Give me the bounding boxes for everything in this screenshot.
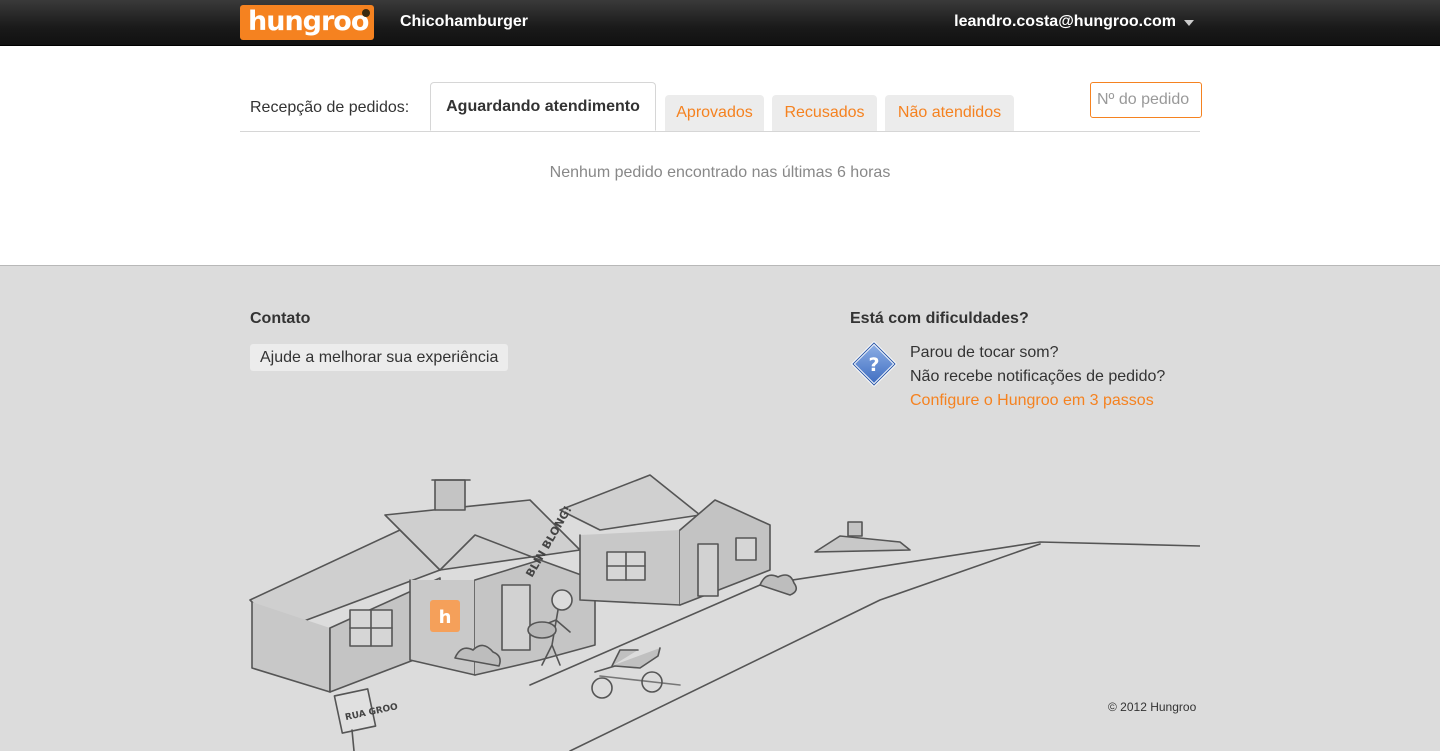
badge-letter: h xyxy=(439,607,452,628)
configure-link[interactable]: Configure o Hungroo em 3 passos xyxy=(910,392,1154,410)
user-email: leandro.costa@hungroo.com xyxy=(954,13,1176,30)
top-navbar: hungroo Chicohamburger leandro.costa@hun… xyxy=(0,0,1440,46)
help-line-sound: Parou de tocar som? xyxy=(910,344,1059,361)
order-number-input[interactable] xyxy=(1090,82,1202,118)
copyright: © 2012 Hungroo xyxy=(1108,700,1197,714)
orders-panel: Recepção de pedidos: Aguardando atendime… xyxy=(0,46,1440,266)
caret-down-icon xyxy=(1184,20,1194,26)
orders-section-label: Recepção de pedidos: xyxy=(250,99,410,116)
hungroo-logo[interactable]: hungroo xyxy=(240,5,374,40)
user-menu[interactable]: leandro.costa@hungroo.com xyxy=(954,13,1194,31)
help-title: Está com dificuldades? xyxy=(850,310,1029,327)
tab-nao-atendidos[interactable]: Não atendidos xyxy=(885,95,1014,131)
logo-splash xyxy=(362,9,370,17)
logo-text: hungroo xyxy=(248,6,369,37)
store-name: Chicohamburger xyxy=(400,13,529,30)
orders-tabs: Recepção de pedidos: Aguardando atendime… xyxy=(240,82,1200,132)
contact-title: Contato xyxy=(250,310,311,327)
svg-text:?: ? xyxy=(868,354,879,376)
help-line-notifications: Não recebe notificações de pedido? xyxy=(910,368,1166,385)
tab-aguardando-atendimento[interactable]: Aguardando atendimento xyxy=(430,82,656,131)
street-illustration: h BLIN BLONG! RUA GROO xyxy=(249,474,1200,751)
empty-orders-message: Nenhum pedido encontrado nas últimas 6 h… xyxy=(549,164,891,181)
question-icon: ? xyxy=(851,341,897,387)
feedback-button[interactable]: Ajude a melhorar sua experiência xyxy=(250,344,509,371)
tab-aprovados[interactable]: Aprovados xyxy=(665,95,764,131)
tab-recusados[interactable]: Recusados xyxy=(772,95,877,131)
